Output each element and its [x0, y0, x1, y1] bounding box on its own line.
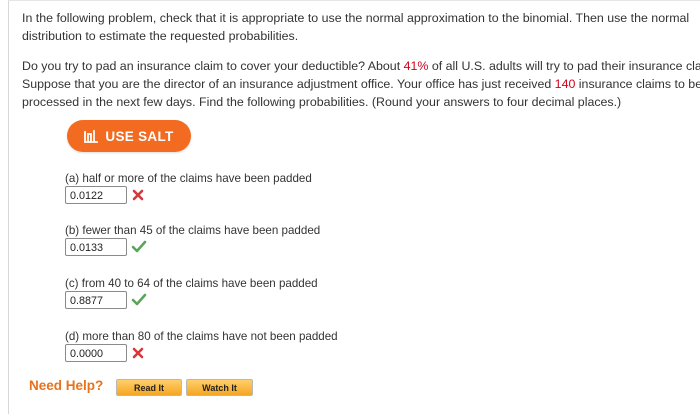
check-icon	[131, 293, 147, 306]
problem-line-2-b: insurance claims to be	[575, 77, 700, 91]
top-divider	[8, 0, 700, 1]
problem-line-1-b: of all U.S. adults will try to pad their…	[428, 59, 700, 73]
question-c-label: (c) from 40 to 64 of the claims have bee…	[65, 277, 318, 290]
problem-line-2: Suppose that you are the director of an …	[22, 75, 700, 93]
answer-a-input[interactable]: 0.0122	[65, 186, 127, 204]
need-help-label: Need Help?	[29, 378, 104, 393]
salt-icon	[84, 129, 99, 143]
instructions-text: In the following problem, check that it …	[22, 9, 689, 45]
answer-d-input[interactable]: 0.0000	[65, 344, 127, 362]
answer-b-input[interactable]: 0.0133	[65, 238, 127, 256]
question-a-label: (a) half or more of the claims have been…	[65, 172, 312, 185]
problem-line-1: Do you try to pad an insurance claim to …	[22, 57, 700, 75]
problem-line-2-a: Suppose that you are the director of an …	[22, 77, 555, 91]
claims-count-value: 140	[554, 77, 576, 91]
problem-line-3: processed in the next few days. Find the…	[22, 95, 622, 109]
read-it-button[interactable]: Read It	[116, 379, 182, 396]
instructions-line-1: In the following problem, check that it …	[22, 11, 690, 25]
problem-text: Do you try to pad an insurance claim to …	[22, 57, 700, 111]
problem-line-1-a: Do you try to pad an insurance claim to …	[22, 59, 404, 73]
answer-c-input[interactable]: 0.8877	[65, 291, 127, 309]
instructions-line-2: distribution to estimate the requested p…	[22, 29, 299, 43]
check-icon	[131, 240, 147, 253]
x-icon	[132, 189, 144, 201]
use-salt-label: USE SALT	[105, 128, 174, 144]
question-d-label: (d) more than 80 of the claims have not …	[65, 330, 338, 343]
question-b-label: (b) fewer than 45 of the claims have bee…	[65, 224, 321, 237]
percent-value: 41%	[403, 59, 429, 73]
x-icon	[132, 347, 144, 359]
use-salt-button[interactable]: USE SALT	[67, 120, 191, 152]
watch-it-button[interactable]: Watch It	[186, 379, 253, 396]
